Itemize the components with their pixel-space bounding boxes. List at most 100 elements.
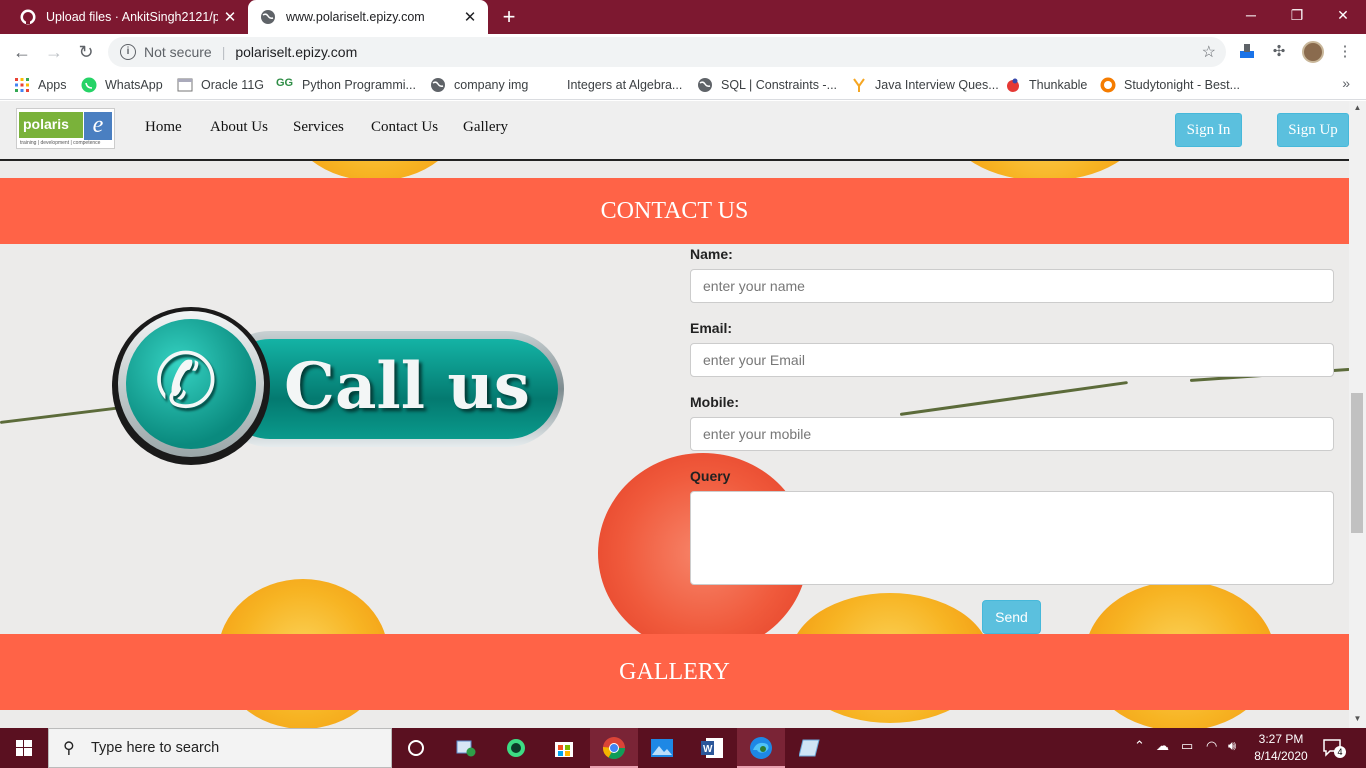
new-tab-button[interactable]: + (496, 4, 522, 30)
svg-text:W: W (703, 744, 713, 755)
notification-count-badge: 4 (1334, 746, 1346, 758)
bookmark-oracle[interactable]: Oracle 11G (177, 76, 264, 94)
bookmark-label: company img (454, 78, 529, 92)
globe-icon (431, 78, 445, 92)
bookmark-label: Python Programmi... (302, 78, 416, 92)
photos-icon[interactable] (638, 728, 686, 768)
bookmark-studytonight[interactable]: Studytonight - Best... (1100, 76, 1240, 94)
bookmark-integers[interactable]: Integers at Algebra... (567, 76, 682, 94)
bookmark-label: Thunkable (1029, 78, 1088, 92)
mobile-label: Mobile: (690, 394, 739, 410)
tab-polariselt[interactable]: www.polariselt.epizy.com ✕ (248, 0, 488, 34)
taskbar-clock[interactable]: 3:27 PM 8/14/2020 (1252, 731, 1310, 765)
bookmark-python[interactable]: GG Python Programmi... (276, 76, 416, 94)
bookmark-sql[interactable]: SQL | Constraints -... (697, 76, 837, 94)
battery-icon[interactable]: ▭ (1181, 738, 1193, 754)
scroll-down-arrow-icon[interactable]: ▼ (1349, 712, 1366, 726)
forward-arrow-icon[interactable]: → (40, 38, 68, 66)
android-studio-icon[interactable] (492, 728, 540, 768)
taskbar-search-box[interactable]: ⚲ Type here to search (48, 728, 392, 768)
bookmarks-overflow-icon[interactable]: » (1342, 75, 1350, 91)
chrome-icon[interactable] (590, 728, 638, 768)
scrollbar-thumb[interactable] (1351, 393, 1363, 533)
scroll-up-arrow-icon[interactable]: ▲ (1349, 101, 1366, 115)
task-view-icon[interactable] (442, 728, 490, 768)
bookmark-label: Oracle 11G (201, 78, 264, 92)
bookmark-java[interactable]: Java Interview Ques... (851, 76, 999, 94)
email-input[interactable] (690, 343, 1334, 377)
sign-up-button[interactable]: Sign Up (1277, 113, 1349, 147)
info-icon[interactable]: i (120, 44, 136, 60)
bookmark-whatsapp[interactable]: WhatsApp (81, 76, 163, 94)
close-window-button[interactable]: ✕ (1320, 0, 1366, 30)
query-textarea[interactable] (690, 491, 1334, 585)
wifi-icon[interactable]: ◠ (1206, 738, 1217, 754)
github-icon (20, 9, 36, 25)
bookmark-label: Studytonight - Best... (1124, 78, 1241, 92)
clock-date: 8/14/2020 (1254, 749, 1308, 763)
volume-icon[interactable]: 🔊︎ (1228, 738, 1236, 754)
contact-us-heading: CONTACT US (0, 178, 1349, 244)
restore-button[interactable]: ❐ (1274, 0, 1320, 30)
back-arrow-icon[interactable]: ← (8, 38, 36, 66)
nav-contact-us[interactable]: Contact Us (371, 119, 438, 136)
nav-services[interactable]: Services (293, 119, 344, 136)
bookmarks-bar: Apps WhatsApp Oracle 11G GG Python Progr… (0, 70, 1366, 100)
call-us-badge[interactable]: Call us ✆ (112, 307, 568, 467)
windows-taskbar: ⚲ Type here to search W ⌃ ☁ ▭ ◠ 🔊︎ 3:27 … (0, 728, 1366, 768)
studytonight-icon (1100, 77, 1116, 93)
nav-about-us[interactable]: About Us (210, 119, 268, 136)
gfg-icon: GG (276, 77, 294, 89)
site-header: polaris e training | development | compe… (0, 101, 1349, 161)
tab-github-upload[interactable]: Upload files · AnkitSingh2121/po ✕ (8, 0, 248, 34)
name-input[interactable] (690, 269, 1334, 303)
nav-home[interactable]: Home (145, 119, 182, 136)
query-label: Query (690, 468, 731, 484)
bookmark-label: Apps (38, 78, 67, 92)
onedrive-icon[interactable]: ☁ (1156, 738, 1169, 754)
edge-icon[interactable] (737, 728, 785, 768)
bookmark-label: Java Interview Ques... (875, 78, 999, 92)
page-viewport: polaris e training | development | compe… (0, 101, 1366, 728)
email-label: Email: (690, 320, 733, 336)
tab-label: www.polariselt.epizy.com (286, 10, 425, 24)
send-button[interactable]: Send (982, 600, 1041, 634)
browser-toolbar: ← → ↻ i Not secure | polariselt.epizy.co… (0, 34, 1366, 70)
bookmark-label: SQL | Constraints -... (721, 78, 838, 92)
polaris-logo[interactable]: polaris e training | development | compe… (16, 108, 115, 149)
cortana-icon[interactable] (392, 728, 440, 768)
url-text[interactable]: polariselt.epizy.com (235, 44, 357, 60)
mobile-input[interactable] (690, 417, 1334, 451)
microsoft-store-icon[interactable] (540, 728, 588, 768)
address-bar[interactable]: i Not secure | polariselt.epizy.com ☆ (108, 37, 1226, 67)
show-hidden-icons-icon[interactable]: ⌃ (1134, 738, 1145, 754)
globe-icon (698, 78, 712, 92)
logo-e-icon: e (84, 112, 112, 140)
bookmark-label: Integers at Algebra... (567, 78, 683, 92)
security-label: Not secure (144, 44, 212, 60)
page-icon (177, 78, 193, 92)
nav-gallery[interactable]: Gallery (463, 119, 508, 136)
search-placeholder: Type here to search (91, 740, 220, 756)
bookmark-apps[interactable]: Apps (14, 76, 67, 94)
windows-start-icon[interactable] (0, 728, 48, 768)
reload-icon[interactable]: ↻ (72, 38, 100, 66)
close-tab-icon[interactable]: ✕ (218, 8, 242, 26)
minimize-button[interactable]: ─ (1228, 0, 1274, 30)
globe-icon (261, 10, 275, 24)
extensions-puzzle-icon[interactable]: ✣ (1268, 42, 1290, 64)
profile-avatar[interactable] (1302, 41, 1324, 63)
bookmark-thunkable[interactable]: Thunkable (1005, 76, 1087, 94)
thunkable-icon (1007, 78, 1019, 92)
tab-label: Upload files · AnkitSingh2121/po (46, 10, 218, 24)
extension-download-icon[interactable] (1236, 42, 1258, 64)
bookmark-star-icon[interactable]: ☆ (1202, 42, 1216, 62)
whatsapp-icon (81, 77, 97, 93)
menu-kebab-icon[interactable]: ⋮ (1334, 42, 1356, 64)
notifications-icon[interactable]: 4 (1322, 738, 1346, 758)
sign-in-button[interactable]: Sign In (1175, 113, 1242, 147)
bookmark-company-img[interactable]: company img (430, 76, 528, 94)
close-tab-icon[interactable]: ✕ (458, 8, 482, 26)
word-icon[interactable]: W (688, 728, 736, 768)
notepad-icon[interactable] (786, 728, 834, 768)
